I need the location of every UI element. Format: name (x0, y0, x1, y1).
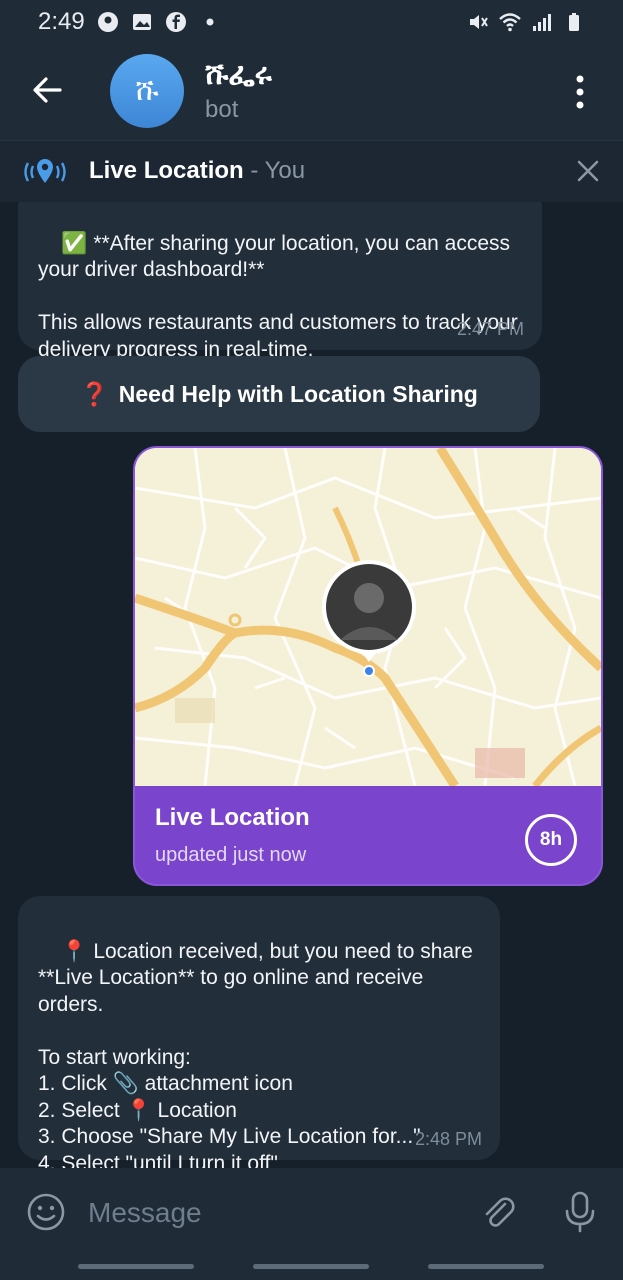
message-time: 2:48 PM (414, 1128, 482, 1149)
live-location-icon (24, 159, 66, 183)
chat-header: ሹ ሹፌሩ bot (0, 44, 623, 140)
gallery-status-icon (132, 14, 151, 30)
nav-back-pill[interactable] (428, 1264, 544, 1269)
microphone-icon[interactable] (562, 1190, 598, 1234)
more-options-icon[interactable] (570, 74, 590, 110)
battery-icon (569, 13, 579, 31)
chat-messages: ✅ **After sharing your location, you can… (0, 202, 623, 1168)
mute-icon (470, 15, 488, 29)
message-input-bar (0, 1168, 623, 1256)
status-bar: 2:49 (0, 0, 623, 44)
incoming-message: ✅ **After sharing your location, you can… (18, 202, 542, 361)
location-status-icon (97, 12, 118, 32)
help-icon: ❓ (80, 380, 109, 407)
system-navigation-bar (0, 1256, 623, 1280)
emoji-icon[interactable] (26, 1192, 66, 1232)
bot-avatar[interactable]: ሹ (110, 54, 184, 128)
timer-label: 8h (539, 829, 563, 850)
live-location-owner: - You (243, 157, 306, 184)
chat-title[interactable]: ሹፌሩ (205, 58, 272, 92)
user-location-pin (322, 560, 416, 677)
live-location-message[interactable]: Live Location updated just now 8h (133, 446, 603, 886)
live-location-updated: updated just now (155, 844, 307, 866)
status-time: 2:49 (38, 8, 85, 35)
incoming-message: 📍 Location received, but you need to sha… (18, 896, 500, 1168)
back-arrow-icon[interactable] (28, 70, 68, 110)
avatar-letter: ሹ (135, 74, 159, 107)
wifi-icon (499, 13, 521, 32)
message-input[interactable] (86, 1192, 460, 1234)
dot-status-icon (206, 18, 214, 26)
live-location-bar[interactable]: Live Location - You (0, 140, 623, 202)
close-icon[interactable] (575, 158, 601, 184)
help-location-sharing-button[interactable]: ❓ Need Help with Location Sharing (18, 356, 540, 432)
live-location-card-title: Live Location (155, 804, 310, 831)
facebook-status-icon (165, 12, 186, 32)
message-text: ✅ **After sharing your location, you can… (38, 231, 518, 361)
chat-subtitle: bot (205, 96, 239, 123)
live-location-timer[interactable]: 8h (525, 814, 577, 866)
help-button-label: Need Help with Location Sharing (118, 380, 478, 407)
nav-recents-pill[interactable] (78, 1264, 194, 1269)
attachment-icon[interactable] (478, 1192, 518, 1232)
live-location-label: Live Location (89, 157, 244, 184)
nav-home-pill[interactable] (253, 1264, 369, 1269)
message-time: 2:47 PM (456, 318, 524, 339)
live-location-title: Live Location - You (89, 157, 305, 185)
signal-icon (533, 14, 551, 31)
message-text: 📍 Location received, but you need to sha… (38, 939, 473, 1169)
live-location-footer: Live Location updated just now 8h (135, 786, 601, 884)
